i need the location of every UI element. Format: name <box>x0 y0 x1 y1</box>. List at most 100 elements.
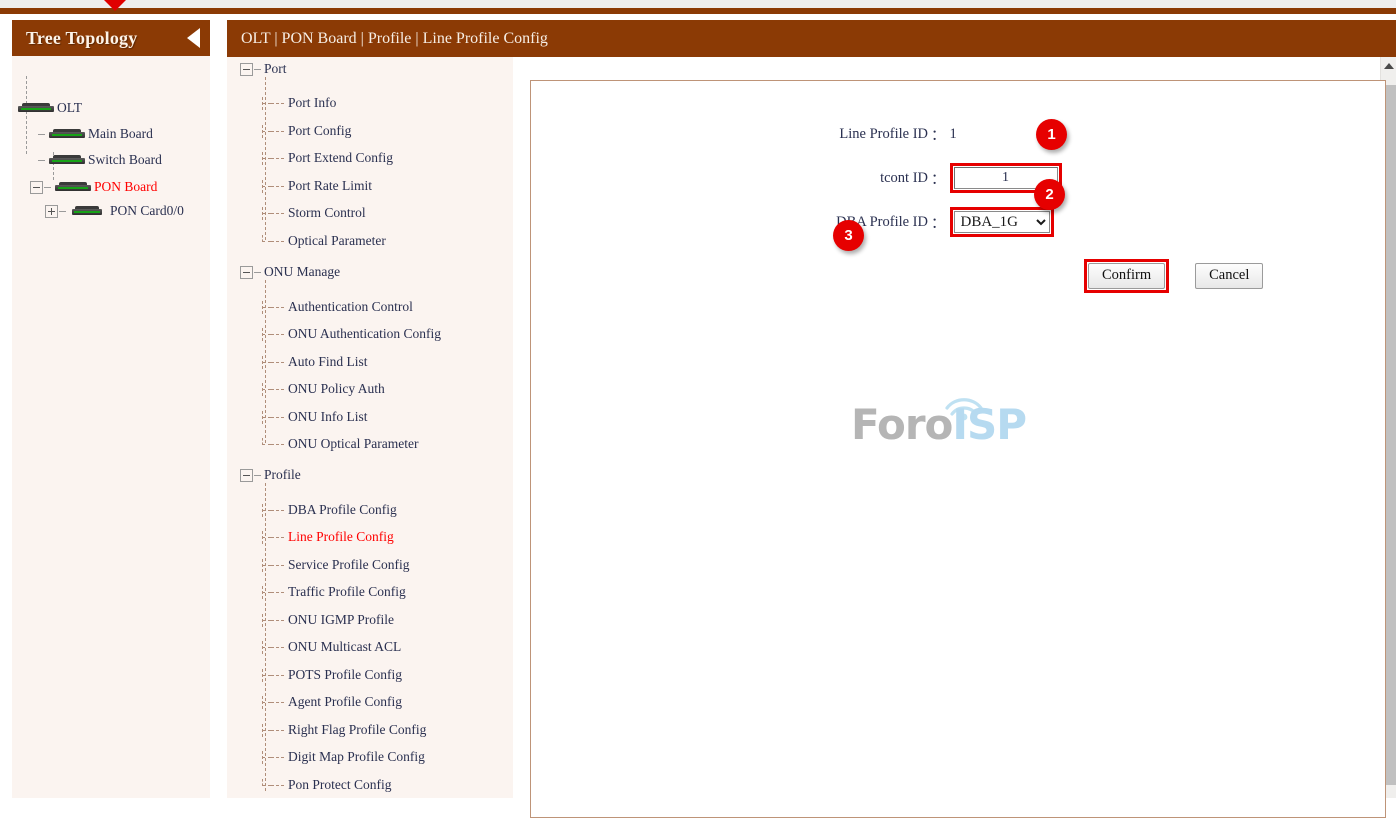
colon-separator: ： <box>931 124 946 145</box>
sidebar-header: Tree Topology <box>12 20 210 56</box>
nav-item-label: Port Config <box>288 123 351 139</box>
device-icon <box>49 155 85 166</box>
tree-item-label: PON Card0/0 <box>110 203 184 219</box>
tree-connector <box>262 724 271 737</box>
dba-profile-highlight: DBA_1G <box>950 207 1054 237</box>
nav-item-line-profile-config[interactable]: Line Profile Config <box>262 529 394 545</box>
nav-item-onu-multicast-acl[interactable]: ONU Multicast ACL <box>262 639 401 655</box>
tree-connector <box>271 362 284 363</box>
tree-connector <box>271 241 284 242</box>
tree-connector <box>271 103 284 104</box>
top-brown-bar <box>0 8 1396 14</box>
tree-connector <box>262 301 271 314</box>
nav-item-pots-profile-config[interactable]: POTS Profile Config <box>262 667 402 683</box>
tree-connector <box>262 97 271 110</box>
triangle-up-icon <box>1384 63 1394 69</box>
nav-item-port-config[interactable]: Port Config <box>262 123 351 139</box>
device-icon <box>49 129 85 140</box>
nav-item-pon-protect-config[interactable]: Pon Protect Config <box>262 777 392 793</box>
sidebar-title: Tree Topology <box>26 28 137 49</box>
collapse-toggle-icon[interactable] <box>240 63 253 76</box>
nav-item-traffic-profile-config[interactable]: Traffic Profile Config <box>262 584 406 600</box>
nav-item-agent-profile-config[interactable]: Agent Profile Config <box>262 694 402 710</box>
tree-connector <box>262 586 271 599</box>
nav-group-onu-manage[interactable]: ONU Manage <box>240 264 340 280</box>
tree-connector <box>262 356 271 369</box>
tree-connector <box>262 751 271 764</box>
nav-item-port-rate-limit[interactable]: Port Rate Limit <box>262 178 372 194</box>
confirm-button[interactable]: Confirm <box>1088 263 1165 289</box>
line-profile-form: ForoISP Line Profile ID ： 1 tcont ID ： D… <box>531 81 1385 817</box>
line-profile-id-value: 1 <box>950 126 957 143</box>
foroisp-watermark: ForoISP <box>851 386 1021 456</box>
nav-item-authentication-control[interactable]: Authentication Control <box>262 299 413 315</box>
nav-item-label: ONU IGMP Profile <box>288 612 394 628</box>
tree-connector <box>271 417 284 418</box>
collapse-toggle-icon[interactable] <box>30 181 43 194</box>
tree-connector <box>262 411 271 424</box>
nav-item-right-flag-profile-config[interactable]: Right Flag Profile Config <box>262 722 426 738</box>
tree-connector <box>271 213 284 214</box>
tree-item-olt[interactable]: OLT <box>18 100 82 116</box>
tcont-id-row: tcont ID ： <box>828 163 1062 193</box>
nav-item-dba-profile-config[interactable]: DBA Profile Config <box>262 502 397 518</box>
tree-connector <box>271 675 284 676</box>
expand-toggle-icon[interactable] <box>45 205 58 218</box>
nav-item-label: ONU Optical Parameter <box>288 436 418 452</box>
nav-item-digit-map-profile-config[interactable]: Digit Map Profile Config <box>262 749 425 765</box>
nav-item-optical-parameter[interactable]: Optical Parameter <box>262 233 386 249</box>
tree-connector <box>271 389 284 390</box>
tree-item-label: Main Board <box>88 126 153 142</box>
nav-item-port-info[interactable]: Port Info <box>262 95 336 111</box>
tree-connector <box>271 565 284 566</box>
collapse-toggle-icon[interactable] <box>240 266 253 279</box>
nav-item-onu-igmp-profile[interactable]: ONU IGMP Profile <box>262 612 394 628</box>
nav-item-label: Right Flag Profile Config <box>288 722 426 738</box>
tree-item-switch-board[interactable]: Switch Board <box>38 152 162 168</box>
nav-item-label: Authentication Control <box>288 299 413 315</box>
tree-item-label: Switch Board <box>88 152 162 168</box>
tree-connector <box>262 641 271 654</box>
tree-item-pon-board[interactable]: PON Board <box>30 179 157 195</box>
nav-item-label: POTS Profile Config <box>288 667 402 683</box>
nav-item-auto-find-list[interactable]: Auto Find List <box>262 354 368 370</box>
nav-item-port-extend-config[interactable]: Port Extend Config <box>262 150 393 166</box>
tree-connector <box>254 69 261 70</box>
nav-group-port[interactable]: Port <box>240 61 287 77</box>
line-profile-id-row: Line Profile ID ： 1 <box>828 124 957 145</box>
tree-connector <box>262 779 271 792</box>
nav-item-label: ONU Multicast ACL <box>288 639 401 655</box>
tree-connector <box>262 504 271 517</box>
nav-item-label: Digit Map Profile Config <box>288 749 425 765</box>
nav-group-label: ONU Manage <box>264 264 340 280</box>
collapse-toggle-icon[interactable] <box>240 469 253 482</box>
nav-group-label: Port <box>264 61 287 77</box>
top-strip <box>0 0 1396 14</box>
nav-item-service-profile-config[interactable]: Service Profile Config <box>262 557 409 573</box>
nav-item-storm-control[interactable]: Storm Control <box>262 205 366 221</box>
cancel-wrapper: Cancel <box>1195 263 1263 289</box>
nav-item-onu-optical-parameter[interactable]: ONU Optical Parameter <box>262 436 418 452</box>
tree-connector <box>271 702 284 703</box>
tree-connector <box>44 187 51 188</box>
scroll-up-button[interactable] <box>1381 57 1396 74</box>
tree-connector <box>262 669 271 682</box>
topology-tree: OLT Main Board Switch Board PON Board <box>12 56 210 798</box>
tree-connector <box>262 207 271 220</box>
device-icon <box>18 103 54 114</box>
nav-item-onu-info-list[interactable]: ONU Info List <box>262 409 368 425</box>
cancel-button[interactable]: Cancel <box>1195 263 1263 289</box>
nav-group-profile[interactable]: Profile <box>240 467 301 483</box>
tree-connector <box>271 757 284 758</box>
tree-connector <box>271 647 284 648</box>
main-area: OLT | PON Board | Profile | Line Profile… <box>227 20 1396 798</box>
tree-item-pon-card[interactable]: PON Card0/0 <box>45 203 184 219</box>
nav-item-onu-policy-auth[interactable]: ONU Policy Auth <box>262 381 385 397</box>
tree-connector <box>262 328 271 341</box>
tree-item-main-board[interactable]: Main Board <box>38 126 153 142</box>
tree-connector <box>271 730 284 731</box>
nav-item-onu-authentication-config[interactable]: ONU Authentication Config <box>262 326 441 342</box>
triangle-left-icon[interactable] <box>187 28 200 48</box>
dba-profile-select[interactable]: DBA_1G <box>954 211 1050 233</box>
tree-connector <box>271 510 284 511</box>
